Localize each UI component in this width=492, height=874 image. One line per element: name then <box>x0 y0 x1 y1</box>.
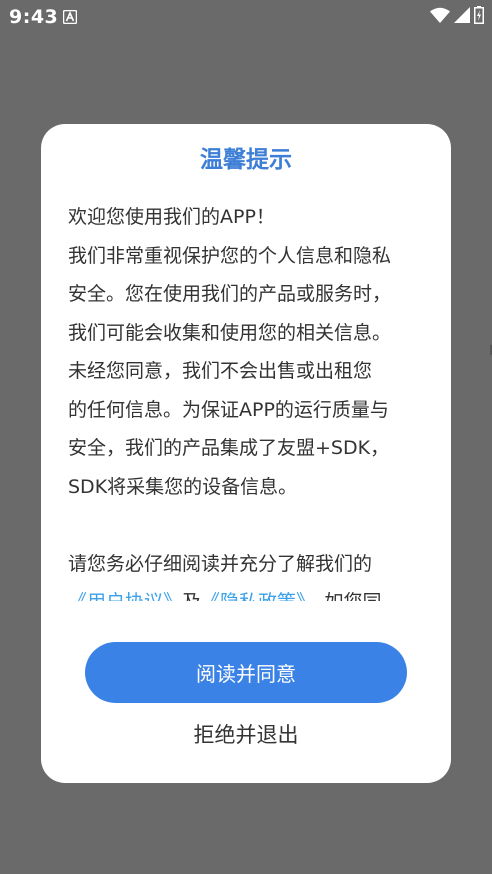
status-time: 9:43 <box>9 6 59 28</box>
decline-button[interactable]: 拒绝并退出 <box>146 714 346 754</box>
status-bar: 9:43 <box>0 0 492 34</box>
body-line-3: 安全。您在使用我们的产品或服务时， <box>68 283 392 305</box>
notification-icon <box>62 9 78 25</box>
dialog-body[interactable]: 欢迎您使用我们的APP！ 我们非常重视保护您的个人信息和隐私 安全。您在使用我们… <box>68 198 424 601</box>
body-line-4: 我们可能会收集和使用您的相关信息。 <box>68 321 392 344</box>
and-text: 及 <box>182 591 201 601</box>
trailing-text: ，如您同 <box>306 591 382 601</box>
body-line-7: 安全，我们的产品集成了友盟+SDK， <box>68 437 390 459</box>
body-line-8: SDK将采集您的设备信息。 <box>68 475 298 498</box>
body-line-1: 欢迎您使用我们的APP！ <box>68 206 275 228</box>
battery-icon <box>474 6 484 28</box>
consent-text: 请您务必仔细阅读并充分了解我们的 <box>68 552 373 575</box>
user-agreement-link[interactable]: 《用户协议》 <box>68 591 182 601</box>
cellular-signal-icon <box>454 7 470 27</box>
wifi-icon <box>430 7 450 27</box>
body-line-5: 未经您同意，我们不会出售或出租您 <box>68 360 373 382</box>
consent-paragraph: 请您务必仔细阅读并充分了解我们的《用户协议》及《隐私政策》，如您同 <box>68 545 424 602</box>
dialog-title: 温馨提示 <box>200 147 292 173</box>
body-line-2: 我们非常重视保护您的个人信息和隐私 <box>68 244 392 267</box>
status-icons <box>430 6 484 28</box>
privacy-policy-link[interactable]: 《隐私政策》 <box>201 591 306 601</box>
agree-button[interactable]: 阅读并同意 <box>85 642 407 703</box>
body-line-6: 的任何信息。为保证APP的运行质量与 <box>68 398 389 421</box>
